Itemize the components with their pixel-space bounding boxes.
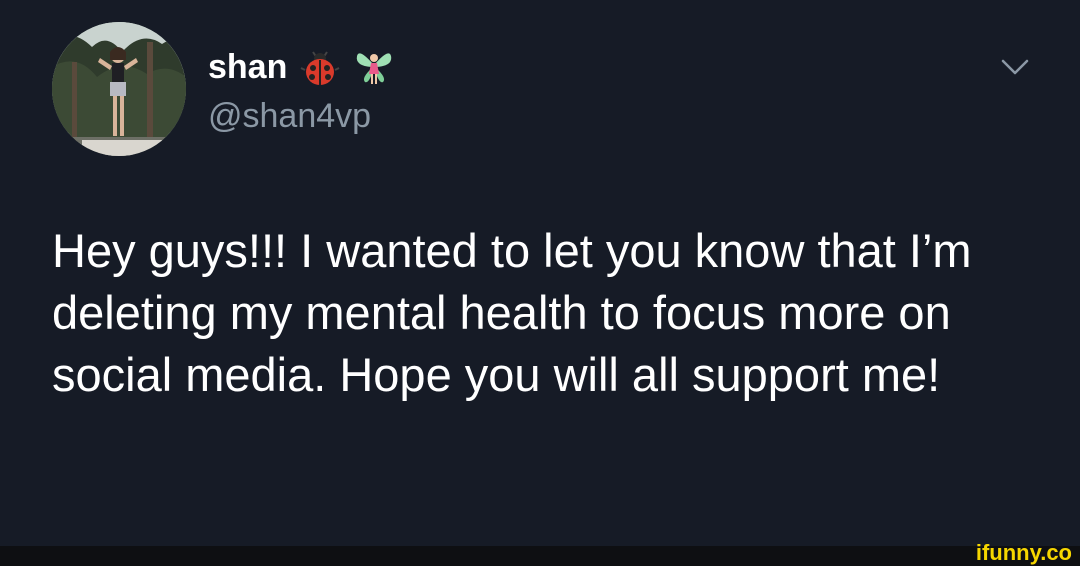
chevron-down-icon[interactable] xyxy=(1000,56,1030,78)
footer-bar xyxy=(0,546,1080,566)
avatar-photo xyxy=(52,22,186,156)
tweet-card: shan @shan4vp Hey guys!!! I wanted to le… xyxy=(0,0,1080,546)
avatar[interactable] xyxy=(52,22,186,156)
user-handle[interactable]: @shan4vp xyxy=(208,96,371,136)
watermark-logo: ifunny.co xyxy=(975,540,1072,565)
fairy-icon xyxy=(353,46,395,88)
tweet-text: Hey guys!!! I wanted to let you know tha… xyxy=(52,224,972,401)
name-row: shan xyxy=(208,46,395,88)
ladybug-icon xyxy=(299,46,341,88)
display-name[interactable]: shan xyxy=(208,47,287,87)
